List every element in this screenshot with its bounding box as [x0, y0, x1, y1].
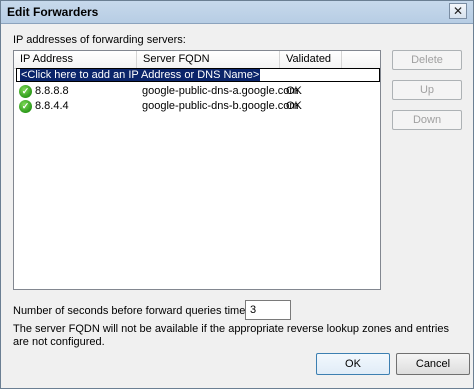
- fqdn-note: The server FQDN will not be available if…: [13, 323, 449, 348]
- ip-address-cell: 8.8.4.4: [35, 100, 69, 112]
- column-header-server-fqdn[interactable]: Server FQDN: [137, 51, 280, 68]
- column-header-ip-address[interactable]: IP Address: [14, 51, 137, 68]
- green-check-icon: ✓: [19, 85, 32, 98]
- server-fqdn-cell: google-public-dns-a.google.com: [142, 85, 299, 97]
- validated-cell: OK: [286, 85, 302, 97]
- add-forwarder-row[interactable]: <Click here to add an IP Address or DNS …: [16, 68, 380, 82]
- validated-cell: OK: [286, 100, 302, 112]
- close-icon: ✕: [452, 4, 464, 18]
- up-button[interactable]: Up: [392, 80, 462, 100]
- edit-forwarders-dialog: Edit Forwarders ✕ IP addresses of forwar…: [0, 0, 474, 389]
- list-header: IP Address Server FQDN Validated: [14, 51, 380, 69]
- forwarders-list[interactable]: IP Address Server FQDN Validated <Click …: [13, 50, 381, 290]
- ok-button[interactable]: OK: [316, 353, 390, 375]
- cancel-button[interactable]: Cancel: [396, 353, 470, 375]
- list-item[interactable]: ✓ 8.8.8.8 google-public-dns-a.google.com…: [14, 84, 380, 99]
- delete-button[interactable]: Delete: [392, 50, 462, 70]
- green-check-icon: ✓: [19, 100, 32, 113]
- close-button[interactable]: ✕: [449, 3, 467, 19]
- ip-addresses-label: IP addresses of forwarding servers:: [13, 34, 186, 46]
- add-forwarder-prompt[interactable]: <Click here to add an IP Address or DNS …: [20, 69, 261, 81]
- down-button[interactable]: Down: [392, 110, 462, 130]
- timeout-seconds-input[interactable]: 3: [245, 300, 291, 320]
- server-fqdn-cell: google-public-dns-b.google.com: [142, 100, 299, 112]
- timeout-label: Number of seconds before forward queries…: [13, 305, 267, 317]
- window-title: Edit Forwarders: [7, 5, 99, 19]
- list-item[interactable]: ✓ 8.8.4.4 google-public-dns-b.google.com…: [14, 99, 380, 114]
- title-bar[interactable]: Edit Forwarders ✕: [1, 1, 473, 24]
- ip-address-cell: 8.8.8.8: [35, 85, 69, 97]
- column-header-validated[interactable]: Validated: [280, 51, 342, 68]
